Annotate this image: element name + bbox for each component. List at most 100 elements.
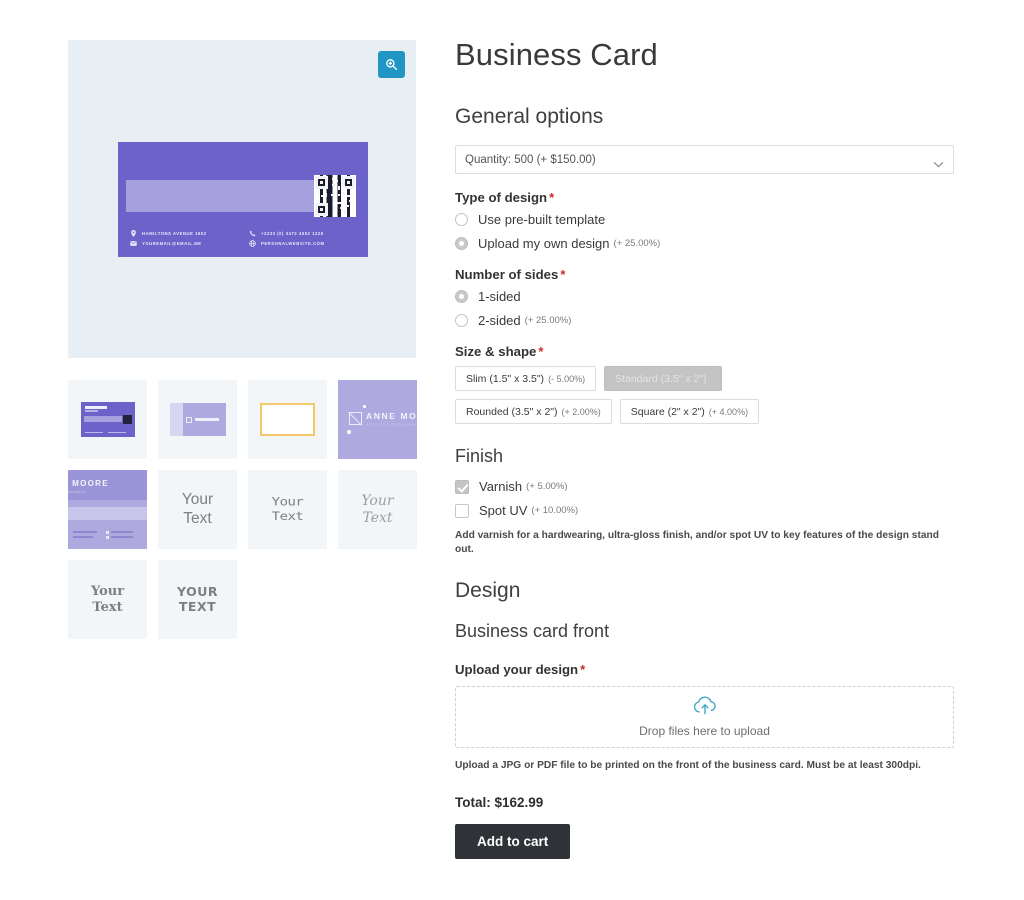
design-heading: Design xyxy=(455,578,521,602)
thumb-4-name: ANNE MOOR xyxy=(366,411,417,421)
product-options-form: Business Card General options Quantity: … xyxy=(455,36,955,860)
type-of-design-label-text: Type of design xyxy=(455,190,548,206)
envelope-icon xyxy=(130,240,137,247)
business-card-preview: HAMILTONS AVENUE 1602 +2233 (0) 3472 455… xyxy=(118,142,368,257)
card-address-row: HAMILTONS AVENUE 1602 xyxy=(130,230,239,237)
shape-button-rounded[interactable]: Rounded (3.5" x 2") (+ 2.00%) xyxy=(455,399,612,425)
radio-icon xyxy=(455,213,468,227)
thumb-10-line2: TEXT xyxy=(178,598,217,614)
radio-icon xyxy=(455,314,468,328)
thumb-9-text: Your Text xyxy=(91,584,124,615)
checkbox-varnish[interactable]: Varnish (+ 5.00%) xyxy=(455,479,955,494)
option-price: (+ 10.00%) xyxy=(531,505,579,517)
thumb-10-text: YOUR TEXT xyxy=(176,583,218,615)
shape-button-label: Rounded (3.5" x 2") xyxy=(466,405,558,418)
thumb-9-line1: Your xyxy=(90,584,125,600)
total-price: Total: $162.99 xyxy=(455,795,544,811)
quantity-select-wrapper: Quantity: 500 (+ $150.00) xyxy=(455,145,954,175)
card-phone-row: +2233 (0) 3472 4552 1225 xyxy=(249,230,358,237)
number-of-sides-label-text: Number of sides xyxy=(455,267,559,283)
upload-dropzone[interactable]: Drop files here to upload xyxy=(455,685,954,748)
thumbnail-4[interactable]: ANNE MOOR Interior Designer xyxy=(338,380,417,459)
thumb-8-line1: Your xyxy=(361,492,394,509)
qr-code xyxy=(314,175,356,217)
thumbnail-1[interactable] xyxy=(68,380,147,459)
radio-1-sided[interactable]: 1-sided xyxy=(455,289,955,304)
thumb-8-line2: Text xyxy=(362,509,393,526)
magnifier-plus-icon[interactable] xyxy=(378,51,405,78)
option-label: 2-sided xyxy=(478,313,521,329)
shape-button-slim[interactable]: Slim (1.5" x 3.5") (- 5.00%) xyxy=(455,366,597,392)
add-to-cart-button[interactable]: Add to cart xyxy=(455,824,571,860)
shape-button-price: (+ 4.00%) xyxy=(708,406,749,417)
option-label: Upload my own design xyxy=(478,236,610,252)
thumb-7-line1: Your xyxy=(271,495,304,510)
option-price: (+ 25.00%) xyxy=(524,315,572,327)
shape-button-price: (- 5.00%) xyxy=(548,373,586,384)
card-website: PERSONALWEBSITE.COM xyxy=(261,241,325,246)
thumb-card-annemoor: ANNE MOOR Interior Designer xyxy=(338,380,417,459)
card-contact-details: HAMILTONS AVENUE 1602 +2233 (0) 3472 455… xyxy=(130,230,358,247)
phone-icon xyxy=(249,230,256,237)
thumbnail-gallery: ANNE MOOR Interior Designer E MOORE Desi… xyxy=(68,380,418,639)
shape-button-label: Slim (1.5" x 3.5") xyxy=(466,372,545,385)
thumb-card-purple xyxy=(80,402,135,437)
location-pin-icon xyxy=(130,230,137,237)
option-label: Varnish xyxy=(479,479,523,495)
thumb-9-line2: Text xyxy=(92,599,123,615)
thumbnail-8[interactable]: Your Text xyxy=(338,470,417,549)
checkbox-icon-checked xyxy=(455,479,469,494)
finish-help-text: Add varnish for a hardwearing, ultra-glo… xyxy=(455,530,939,555)
card-band xyxy=(126,180,320,212)
product-page: HAMILTONS AVENUE 1602 +2233 (0) 3472 455… xyxy=(0,0,1024,900)
card-phone: +2233 (0) 3472 4552 1225 xyxy=(261,231,324,236)
thumb-7-text: Your Text xyxy=(272,495,304,523)
required-asterisk: * xyxy=(580,661,586,677)
number-of-sides-label: Number of sides * xyxy=(455,267,955,282)
thumbnail-6[interactable]: Your Text xyxy=(158,470,237,549)
checkbox-spot-uv[interactable]: Spot UV (+ 10.00%) xyxy=(455,503,955,518)
thumb-8-text: Your Text xyxy=(361,493,393,526)
thumbnail-5[interactable]: E MOORE Designer xyxy=(68,470,147,549)
radio-upload-my-own-design[interactable]: Upload my own design (+ 25.00%) xyxy=(455,236,955,251)
thumbnail-2[interactable] xyxy=(158,380,237,459)
size-and-shape-label: Size & shape * xyxy=(455,344,955,359)
thumb-6-text: Your Text xyxy=(182,491,213,528)
card-address: HAMILTONS AVENUE 1602 xyxy=(142,231,207,236)
option-price: (+ 25.00%) xyxy=(613,238,661,250)
upload-help-text: Upload a JPG or PDF file to be printed o… xyxy=(455,759,921,771)
thumb-5-subtitle: Designer xyxy=(68,489,87,494)
thumb-4-subtitle: Interior Designer xyxy=(367,422,417,427)
required-asterisk: * xyxy=(560,267,566,283)
page-title: Business Card xyxy=(455,37,658,72)
thumb-5-name: E MOORE xyxy=(68,479,109,488)
thumbnail-7[interactable]: Your Text xyxy=(248,470,327,549)
shape-button-square[interactable]: Square (2" x 2") (+ 4.00%) xyxy=(619,399,760,425)
size-and-shape-label-text: Size & shape xyxy=(455,344,537,360)
shape-button-label: Square (2" x 2") xyxy=(630,405,705,418)
thumb-7-line2: Text xyxy=(271,509,304,524)
globe-icon xyxy=(249,240,256,247)
card-email: YOUREMAIL@EMAIL.ME xyxy=(142,241,202,246)
thumb-card-light xyxy=(169,403,226,436)
type-of-design-label: Type of design * xyxy=(455,190,955,205)
radio-icon-selected xyxy=(455,290,468,304)
upload-label-text: Upload your design xyxy=(455,661,579,677)
thumb-outline-yellow xyxy=(260,403,315,436)
thumbnail-10[interactable]: YOUR TEXT xyxy=(158,560,237,639)
thumb-10-line1: YOUR xyxy=(176,583,218,599)
thumbnail-9[interactable]: Your Text xyxy=(68,560,147,639)
main-product-image[interactable]: HAMILTONS AVENUE 1602 +2233 (0) 3472 455… xyxy=(68,40,416,358)
card-website-row: PERSONALWEBSITE.COM xyxy=(249,240,358,247)
quantity-select[interactable]: Quantity: 500 (+ $150.00) xyxy=(455,145,954,175)
thumb-6-line2: Text xyxy=(183,509,212,527)
radio-use-prebuilt-template[interactable]: Use pre-built template xyxy=(455,212,955,227)
shape-button-standard[interactable]: Standard (3.5" x 2") xyxy=(604,366,722,392)
thumbnail-3[interactable] xyxy=(248,380,327,459)
radio-2-sided[interactable]: 2-sided (+ 25.00%) xyxy=(455,313,955,328)
finish-heading: Finish xyxy=(455,446,504,467)
product-gallery: HAMILTONS AVENUE 1602 +2233 (0) 3472 455… xyxy=(68,40,418,639)
general-options-heading: General options xyxy=(455,105,604,129)
card-email-row: YOUREMAIL@EMAIL.ME xyxy=(130,240,239,247)
required-asterisk: * xyxy=(549,190,555,206)
